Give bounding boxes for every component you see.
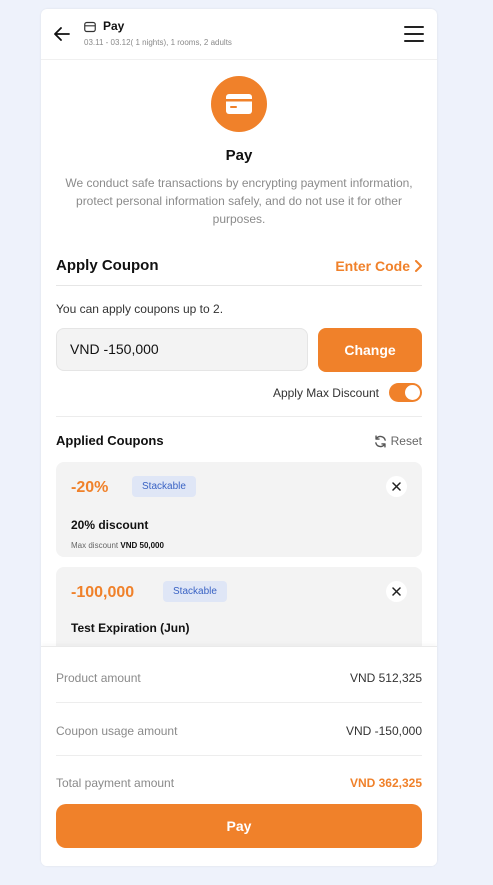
coupon-limit-note: You can apply coupons up to 2. bbox=[56, 302, 224, 316]
applied-coupons-heading: Applied Coupons bbox=[56, 433, 164, 448]
stackable-badge: Stackable bbox=[163, 581, 227, 602]
booking-summary: 03.11 - 03.12( 1 nights), 1 rooms, 2 adu… bbox=[84, 38, 232, 47]
payment-hero-icon bbox=[211, 76, 267, 132]
coupon-card: -100,000 Stackable Test Expiration (Jun) bbox=[56, 567, 422, 657]
coupon-discount-value: -100,000 bbox=[71, 584, 135, 601]
max-discount-label: Apply Max Discount bbox=[272, 386, 379, 400]
divider bbox=[56, 416, 422, 417]
enter-code-label: Enter Code bbox=[335, 258, 410, 274]
max-discount-toggle[interactable] bbox=[389, 383, 422, 402]
product-amount-value: VND 512,325 bbox=[349, 671, 422, 685]
close-icon bbox=[392, 482, 401, 491]
coupon-amount-field[interactable]: VND -150,000 bbox=[56, 328, 308, 371]
card-icon bbox=[84, 21, 96, 33]
product-amount-label: Product amount bbox=[56, 671, 141, 685]
credit-card-icon bbox=[226, 94, 252, 114]
divider bbox=[56, 285, 422, 286]
pay-button[interactable]: Pay bbox=[56, 804, 422, 848]
coupon-max-discount: Max discount VND 50,000 bbox=[71, 541, 164, 550]
coupon-discount-value: -20% bbox=[71, 479, 109, 496]
total-payment-label: Total payment amount bbox=[56, 776, 175, 790]
total-payment-value: VND 362,325 bbox=[349, 776, 422, 790]
reset-button[interactable]: Reset bbox=[374, 434, 422, 448]
remove-coupon-button[interactable] bbox=[386, 476, 407, 497]
reset-label: Reset bbox=[390, 434, 422, 448]
remove-coupon-button[interactable] bbox=[386, 581, 407, 602]
hamburger-menu-icon[interactable] bbox=[404, 26, 424, 42]
max-discount-caption: Max discount bbox=[71, 541, 119, 550]
hero-description: We conduct safe transactions by encrypti… bbox=[65, 176, 413, 226]
page-title: Pay bbox=[103, 19, 125, 33]
coupon-usage-value: VND -150,000 bbox=[345, 724, 422, 738]
divider bbox=[56, 702, 422, 703]
apply-coupon-heading: Apply Coupon bbox=[56, 257, 159, 274]
coupon-card: -20% Stackable 20% discount Max discount… bbox=[56, 462, 422, 557]
stackable-badge: Stackable bbox=[132, 476, 196, 497]
top-bar: Pay 03.11 - 03.12( 1 nights), 1 rooms, 2… bbox=[41, 9, 437, 60]
coupon-name: 20% discount bbox=[71, 518, 149, 532]
hero-title: Pay bbox=[225, 147, 253, 164]
refresh-icon bbox=[374, 434, 386, 448]
change-button[interactable]: Change bbox=[318, 328, 422, 372]
coupon-usage-label: Coupon usage amount bbox=[56, 724, 178, 738]
payment-card: Pay 03.11 - 03.12( 1 nights), 1 rooms, 2… bbox=[41, 9, 437, 866]
coupon-name: Test Expiration (Jun) bbox=[71, 621, 190, 635]
close-icon bbox=[392, 587, 401, 596]
max-discount-amount: VND 50,000 bbox=[120, 541, 164, 550]
enter-code-link[interactable]: Enter Code bbox=[335, 258, 422, 274]
toggle-knob bbox=[405, 385, 420, 400]
divider bbox=[56, 755, 422, 756]
chevron-right-icon bbox=[415, 260, 422, 272]
arrow-left-icon bbox=[54, 27, 70, 41]
back-button[interactable] bbox=[51, 23, 73, 45]
